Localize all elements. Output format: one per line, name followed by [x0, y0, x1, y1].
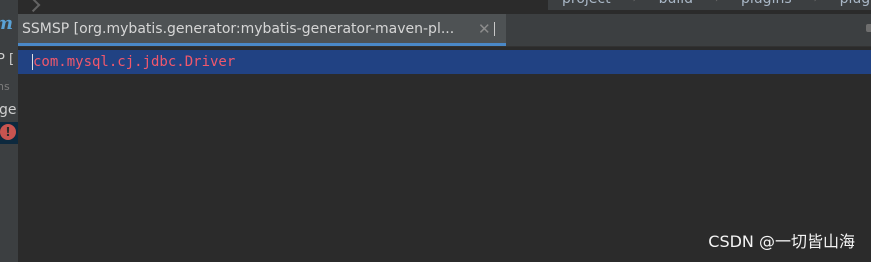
code-text[interactable]: com.mysql.cj.jdbc.Driver [33, 54, 235, 70]
breadcrumb-item-build[interactable]: build [659, 0, 693, 7]
editor-tab-bar: SSMSP [org.mybatis.generator:mybatis-gen… [18, 14, 871, 47]
tree-item-fragment[interactable]: ns [0, 80, 10, 93]
tab-editor-file[interactable]: SSMSP [org.mybatis.generator:mybatis-gen… [18, 14, 506, 46]
error-icon[interactable]: ! [0, 124, 16, 140]
mouse-cursor [494, 22, 495, 36]
breadcrumb-separator-icon: › [814, 0, 818, 7]
breadcrumb-item-plugin[interactable]: plugin [840, 0, 871, 7]
editor-line-selected[interactable]: com.mysql.cj.jdbc.Driver [18, 50, 871, 74]
tab-menu-icon[interactable] [866, 24, 871, 32]
active-tab-indicator [18, 43, 506, 46]
tree-item-fragment[interactable]: P [ [0, 52, 14, 67]
tab-title[interactable]: SSMSP [org.mybatis.generator:mybatis-gen… [22, 21, 454, 37]
close-icon[interactable]: ✕ [478, 20, 491, 38]
breadcrumb-item-plugins[interactable]: plugins [741, 0, 792, 7]
tool-window-strip: m P [ ns ge ! [0, 0, 19, 262]
breadcrumb-separator-icon: › [715, 0, 719, 7]
maven-icon[interactable]: m [0, 14, 14, 34]
breadcrumb-separator-icon: › [633, 0, 637, 7]
breadcrumb-item-project[interactable]: project [562, 0, 611, 7]
scroll-indicator-icon [26, 0, 41, 13]
breadcrumb: project › build › plugins › plugin [548, 0, 871, 10]
tree-item-fragment[interactable]: ge [0, 102, 17, 118]
watermark: CSDN @一切皆山海 [708, 232, 855, 251]
